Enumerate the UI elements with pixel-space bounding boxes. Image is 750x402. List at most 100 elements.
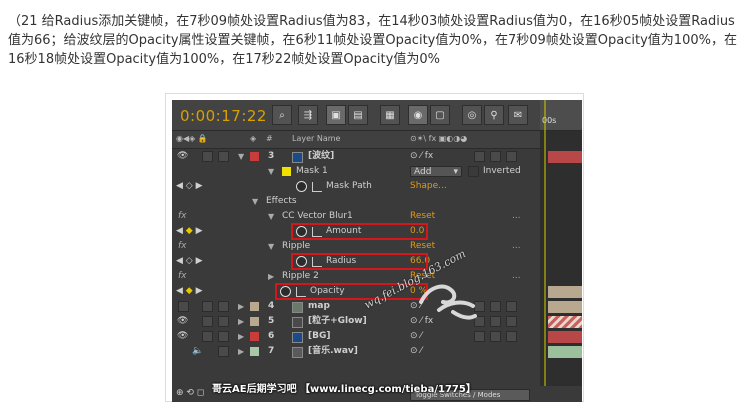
mask-path-row[interactable]: ◀ ◇ ▶ Mask Path Shape... [172,179,582,194]
label-color-swatch[interactable] [250,317,259,326]
expand-arrow-icon[interactable]: ▶ [238,299,244,314]
expand-arrow-icon[interactable]: ▼ [268,239,274,254]
effect-row[interactable]: fx ▶ Ripple 2 Reset ... [172,269,582,284]
layer-duration-bar[interactable] [548,286,582,298]
label-color-swatch[interactable] [250,152,259,161]
switch-box[interactable] [506,301,517,312]
expand-arrow-icon[interactable]: ▼ [252,194,258,209]
audio-toggle[interactable] [202,301,213,312]
speaker-icon[interactable]: 🔈 [192,344,203,359]
effect-reset-link[interactable]: Reset [410,239,435,254]
av-features-icons[interactable]: ◉◀◈ 🔒 [176,134,208,143]
timecode-display[interactable]: 0:00:17:22 [180,107,267,125]
graph-editor-icon[interactable]: ◎ [462,105,482,125]
expand-arrow-icon[interactable]: ▶ [238,344,244,359]
layer-row-6[interactable]: 👁 ▶ 6 [BG] ⊙ ⁄ [172,329,582,344]
effect-reset-link[interactable]: Reset [410,209,435,224]
expand-arrow-icon[interactable]: ▼ [238,149,244,164]
expand-arrow-icon[interactable]: ▼ [268,164,274,179]
layer-duration-bar[interactable] [548,346,582,358]
audio-toggle[interactable] [202,316,213,327]
draft-3d-icon[interactable]: ▣ [326,105,346,125]
layer-duration-bar[interactable] [548,331,582,343]
keyframe-nav-icon[interactable]: ◀ ◇ ▶ [176,254,203,269]
layer-name[interactable]: [BG] [308,329,330,344]
auto-keyframe-icon[interactable]: ⚲ [484,105,504,125]
expand-arrow-icon[interactable]: ▶ [238,314,244,329]
layer-switches[interactable]: ⊙ ⁄ [410,329,422,344]
visibility-toggle[interactable] [178,301,189,312]
eye-icon[interactable]: 👁 [177,329,188,344]
layer-switches[interactable]: ⊙ ⁄ fx [410,149,433,164]
switch-box[interactable] [490,331,501,342]
switch-box[interactable] [490,316,501,327]
fx-icon[interactable]: fx [178,209,187,224]
audio-toggle[interactable] [202,151,213,162]
layer-row-3[interactable]: 👁 ▼ 3 [波纹] ⊙ ⁄ fx [172,149,582,164]
layer-name[interactable]: [音乐.wav] [308,344,358,359]
eye-icon[interactable]: 👁 [177,149,188,164]
layer-duration-bar[interactable] [548,151,582,163]
fx-icon[interactable]: fx [178,269,187,284]
expand-arrow-icon[interactable]: ▶ [238,329,244,344]
expand-arrow-icon[interactable]: ▼ [268,209,274,224]
layer-row-7[interactable]: 🔈 ▶ 7 [音乐.wav] ⊙ ⁄ [172,344,582,359]
mask-mode-dropdown[interactable]: Add ▾ [410,166,462,177]
switch-box[interactable] [490,151,501,162]
expand-arrow-icon[interactable]: ▶ [268,269,274,284]
brainstorm-icon[interactable]: ▢ [430,105,450,125]
switches-header-icons[interactable]: ⊙✶\ fx ▣◐◑◕ [410,134,467,143]
effect-row[interactable]: fx ▼ CC Vector Blur1 Reset ... [172,209,582,224]
effect-options-link[interactable]: ... [512,209,521,224]
search-icon[interactable]: ⌕ [272,105,292,125]
current-time-indicator[interactable] [544,100,546,402]
label-tag-icon[interactable]: ◈ [250,134,256,143]
layer-duration-bar[interactable] [548,301,582,313]
label-color-swatch[interactable] [250,302,259,311]
stopwatch-icon[interactable] [296,181,307,192]
label-color-swatch[interactable] [250,347,259,356]
effects-group-row[interactable]: ▼ Effects [172,194,582,209]
mask-path-value[interactable]: Shape... [410,179,447,194]
switch-box[interactable] [474,151,485,162]
time-ruler[interactable]: 00s [540,100,582,130]
switch-box[interactable] [506,331,517,342]
layer-row-5[interactable]: 👁 ▶ 5 [粒子+Glow] ⊙ ⁄ fx [172,314,582,329]
layer-name[interactable]: map [308,299,330,314]
layer-name[interactable]: [波纹] [308,149,334,164]
lock-toggle[interactable] [218,301,229,312]
keyframe-nav-icon[interactable]: ◀ ◇ ▶ [176,179,203,194]
hide-shy-layers-icon[interactable]: ▤ [348,105,368,125]
inverted-checkbox[interactable] [468,166,479,177]
lock-toggle[interactable] [218,316,229,327]
layer-switches[interactable]: ⊙ ⁄ [410,344,422,359]
frame-blending-icon[interactable]: ▦ [380,105,400,125]
mask-name[interactable]: Mask 1 [296,164,328,179]
layer-duration-bar[interactable] [548,316,582,328]
effect-name[interactable]: Ripple 2 [282,269,319,284]
switch-box[interactable] [506,151,517,162]
keyframe-nav-icon[interactable]: ◀ ◆ ▶ [176,284,203,299]
label-color-swatch[interactable] [250,332,259,341]
keyframe-nav-icon[interactable]: ◀ ◆ ▶ [176,224,203,239]
comp-flowchart-icon[interactable]: ⇶ [298,105,318,125]
mask-color-swatch[interactable] [282,167,291,176]
effect-name[interactable]: CC Vector Blur1 [282,209,353,224]
switch-box[interactable] [506,316,517,327]
eye-icon[interactable]: 👁 [177,314,188,329]
fx-icon[interactable]: fx [178,239,187,254]
live-update-icon[interactable]: ✉ [508,105,528,125]
effect-options-link[interactable]: ... [512,239,521,254]
effect-name[interactable]: Ripple [282,239,310,254]
switch-box[interactable] [474,331,485,342]
lock-toggle[interactable] [218,331,229,342]
audio-toggle[interactable] [202,331,213,342]
switch-box[interactable] [490,301,501,312]
layer-name-header[interactable]: Layer Name [292,134,340,143]
lock-toggle[interactable] [218,151,229,162]
effect-row[interactable]: fx ▼ Ripple Reset ... [172,239,582,254]
lock-toggle[interactable] [218,346,229,357]
mask-row[interactable]: ▼ Mask 1 Add ▾ Inverted [172,164,582,179]
layer-name[interactable]: [粒子+Glow] [308,314,367,329]
effect-options-link[interactable]: ... [512,269,521,284]
